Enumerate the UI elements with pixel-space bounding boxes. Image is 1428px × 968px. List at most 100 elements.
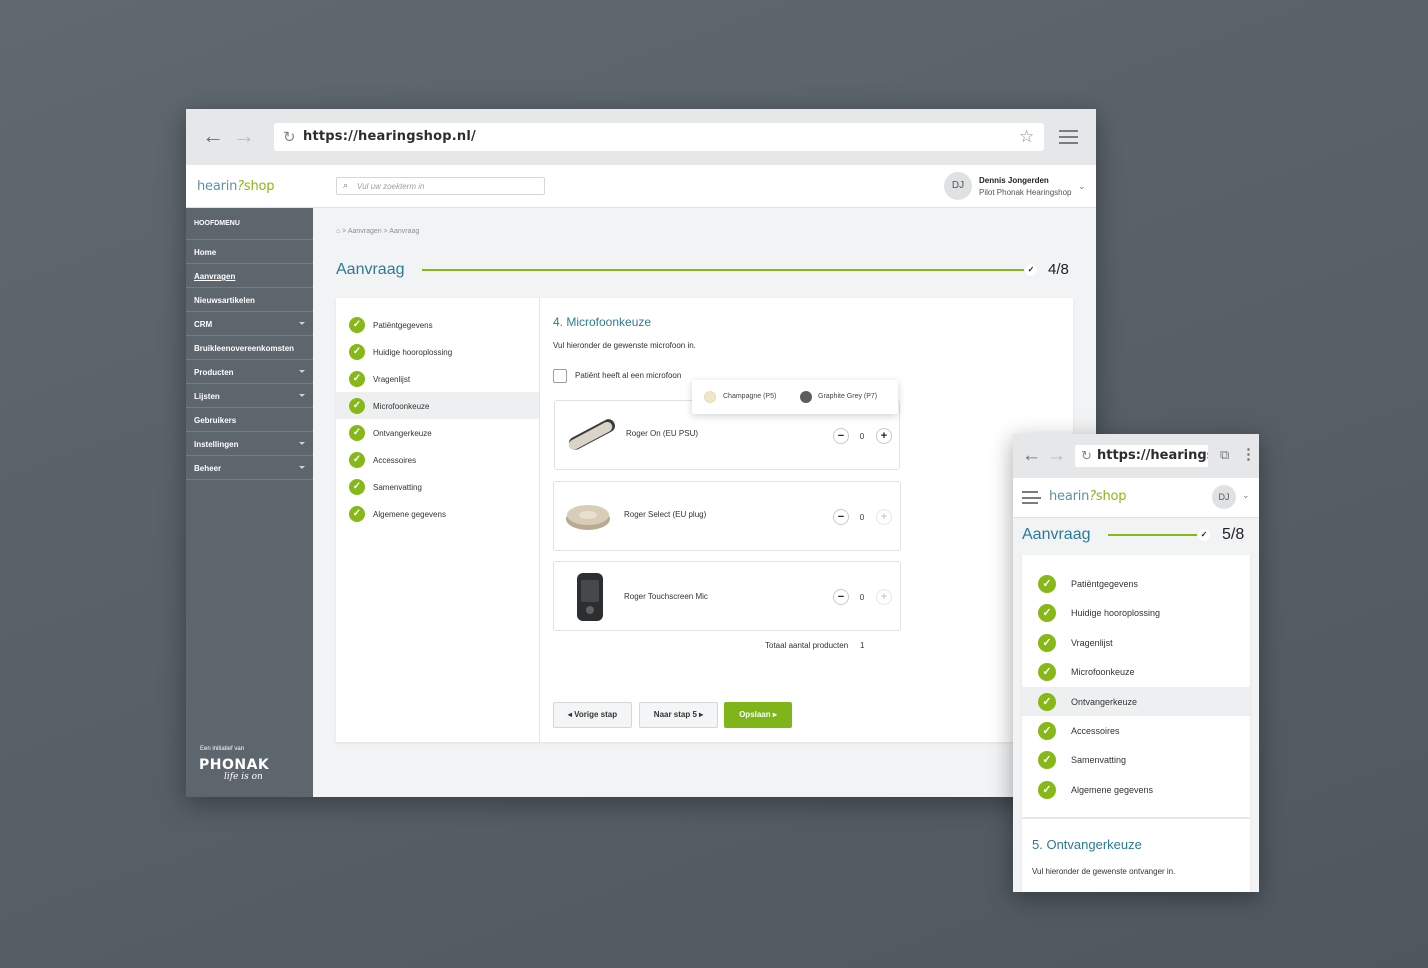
more-vertical-icon[interactable]: ⋮ [1241, 445, 1256, 463]
check-circle-icon: ✓ [349, 506, 365, 522]
back-arrow-icon[interactable]: ← [202, 125, 224, 147]
champagne-swatch[interactable] [704, 391, 716, 403]
caret-down-icon [299, 442, 305, 445]
check-circle-icon: ✓ [1038, 604, 1056, 623]
search-placeholder: Vul uw zoekterm in [357, 182, 425, 191]
sidebar-item-gebruikers[interactable]: Gebruikers [186, 408, 313, 432]
increase-button[interactable]: + [876, 428, 892, 444]
increase-button[interactable]: + [876, 589, 892, 605]
product-name: Roger Select (EU plug) [624, 510, 707, 519]
check-circle-icon: ✓ [1038, 721, 1056, 740]
sidebar-item-instellingen[interactable]: Instellingen [186, 432, 313, 456]
breadcrumb-aanvragen[interactable]: Aanvragen [348, 228, 382, 235]
save-button[interactable]: Opslaan ▸ [724, 702, 792, 728]
mobile-steps-card: ✓ Patiëntgegevens ✓ Huidige hooroplossing … [1022, 555, 1250, 817]
color-label-champagne[interactable]: Champagne (P5) [723, 393, 776, 400]
progress-fill [1108, 534, 1197, 536]
step-huidige-hooroplossing[interactable]: ✓ Huidige hooroplossing [336, 338, 539, 365]
roger-on-device-image [568, 419, 616, 450]
reload-icon[interactable]: ↻ [1081, 448, 1092, 464]
bookmark-star-icon[interactable]: ☆ [1019, 127, 1034, 147]
hearingshop-logo[interactable]: hearin?shop [1049, 489, 1127, 504]
forward-arrow-icon[interactable]: → [233, 125, 255, 147]
previous-step-button[interactable]: ◂ Vorige stap [553, 702, 632, 728]
graphite-swatch[interactable] [800, 391, 812, 403]
section-title: 4. Microfoonkeuze [553, 315, 652, 329]
sidebar-item-lijsten[interactable]: Lijsten [186, 384, 313, 408]
step-patientgegevens[interactable]: ✓ Patiëntgegevens [1022, 569, 1250, 598]
avatar[interactable]: DJ [1212, 485, 1236, 509]
check-circle-icon: ✓ [349, 398, 365, 414]
roger-touchscreen-device-image [577, 573, 603, 621]
address-bar[interactable]: ↻ https://hearingshop.nl/ [1075, 445, 1208, 467]
browser-menu-icon[interactable] [1059, 130, 1078, 144]
progress-count: 4/8 [1048, 261, 1069, 278]
section-title: 5. Ontvangerkeuze [1032, 837, 1142, 852]
checkbox-label: Patiënt heeft al een microfoon [575, 371, 682, 380]
sidebar-heading: HOOFDMENU [186, 208, 313, 240]
chevron-down-icon[interactable]: ⌄ [1242, 490, 1250, 501]
url-text: https://hearingshop.nl/ [1097, 448, 1208, 463]
progress-count: 5/8 [1222, 526, 1245, 543]
step-vragenlijst[interactable]: ✓ Vragenlijst [336, 365, 539, 392]
has-microphone-checkbox[interactable] [553, 369, 567, 383]
sidebar-item-home[interactable]: Home [186, 240, 313, 264]
product-name: Roger Touchscreen Mic [624, 592, 708, 601]
back-arrow-icon[interactable]: ← [1022, 445, 1041, 467]
step-algemene-gegevens[interactable]: ✓ Algemene gegevens [336, 500, 539, 527]
sidebar-item-aanvragen[interactable]: Aanvragen [186, 264, 313, 288]
check-circle-icon: ✓ [349, 425, 365, 441]
sidebar-item-beheer[interactable]: Beheer [186, 456, 313, 480]
step-huidige-hooroplossing[interactable]: ✓ Huidige hooroplossing [1022, 598, 1250, 627]
chevron-down-icon[interactable]: ⌄ [1078, 181, 1086, 192]
desktop-browser-window: ← → ↻ https://hearingshop.nl/ ☆ hearin?s… [186, 109, 1096, 797]
increase-button[interactable]: + [876, 509, 892, 525]
decrease-button[interactable]: − [833, 509, 849, 525]
search-input[interactable]: ⌕ Vul uw zoekterm in [336, 177, 545, 195]
home-icon[interactable]: ⌂ [336, 228, 340, 235]
page-title: Aanvraag [336, 261, 405, 278]
avatar[interactable]: DJ [944, 172, 972, 200]
step-ontvangerkeuze[interactable]: ✓ Ontvangerkeuze [336, 419, 539, 446]
sidebar-item-producten[interactable]: Producten [186, 360, 313, 384]
product-name: Roger On (EU PSU) [626, 429, 699, 438]
next-step-button[interactable]: Naar stap 5 ▸ [639, 702, 718, 728]
caret-down-icon [299, 394, 305, 397]
quantity-value: 0 [859, 432, 865, 441]
sidebar-item-bruikleenovereenkomsten[interactable]: Bruikleenovereenkomsten [186, 336, 313, 360]
url-text: https://hearingshop.nl/ [303, 129, 476, 144]
address-bar[interactable]: ↻ https://hearingshop.nl/ ☆ [274, 123, 1044, 151]
mobile-app-header: hearin?shop DJ ⌄ [1013, 478, 1259, 518]
quantity-value: 0 [859, 513, 865, 522]
product-card-roger-select: Roger Select (EU plug) − 0 + [553, 481, 901, 551]
browser-toolbar: ← → ↻ https://hearingshop.nl/ ☆ [186, 109, 1096, 165]
step-accessoires[interactable]: ✓ Accessoires [1022, 716, 1250, 745]
menu-icon[interactable] [1022, 491, 1041, 504]
mobile-browser-toolbar: ← → ↻ https://hearingshop.nl/ ⧉ ⋮ [1013, 434, 1259, 478]
app-header: hearin?shop ⌕ Vul uw zoekterm in DJ Denn… [186, 165, 1096, 208]
reload-icon[interactable]: ↻ [283, 128, 296, 146]
step-samenvatting[interactable]: ✓ Samenvatting [1022, 745, 1250, 774]
color-label-graphite[interactable]: Graphite Grey (P7) [818, 393, 877, 400]
step-ontvangerkeuze[interactable]: ✓ Ontvangerkeuze [1022, 686, 1250, 716]
caret-down-icon [299, 466, 305, 469]
hearingshop-logo[interactable]: hearin?shop [197, 179, 275, 194]
forward-arrow-icon[interactable]: → [1047, 445, 1066, 467]
decrease-button[interactable]: − [833, 589, 849, 605]
sidebar-item-nieuwsartikelen[interactable]: Nieuwsartikelen [186, 288, 313, 312]
tabs-icon[interactable]: ⧉ [1220, 447, 1229, 463]
sidebar-item-crm[interactable]: CRM [186, 312, 313, 336]
form-card: ✓ Patiëntgegevens ✓ Huidige hooroplossing … [336, 298, 1073, 742]
step-patientgegevens[interactable]: ✓ Patiëntgegevens [336, 311, 539, 338]
step-microfoonkeuze[interactable]: ✓ Microfoonkeuze [1022, 657, 1250, 686]
phonak-logo: PHONAK [199, 757, 270, 773]
check-circle-icon: ✓ [349, 344, 365, 360]
step-microfoonkeuze[interactable]: ✓ Microfoonkeuze [336, 392, 539, 419]
check-circle-icon: ✓ [349, 371, 365, 387]
step-accessoires[interactable]: ✓ Accessoires [336, 446, 539, 473]
decrease-button[interactable]: − [833, 428, 849, 444]
step-samenvatting[interactable]: ✓ Samenvatting [336, 473, 539, 500]
check-circle-icon: ✓ [349, 479, 365, 495]
step-vragenlijst[interactable]: ✓ Vragenlijst [1022, 628, 1250, 657]
step-algemene-gegevens[interactable]: ✓ Algemene gegevens [1022, 775, 1250, 804]
